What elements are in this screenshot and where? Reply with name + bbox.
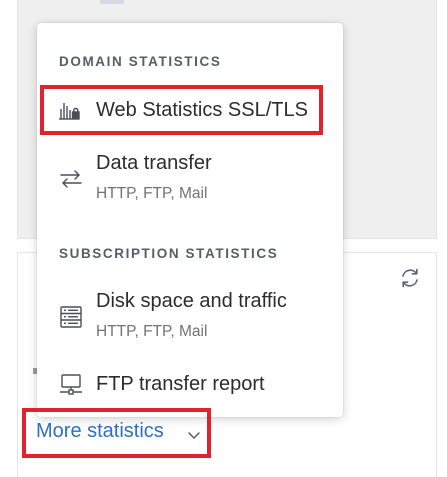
menu-item-sublabel: HTTP, FTP, Mail (96, 323, 208, 340)
statistics-dropdown-menu (37, 23, 343, 417)
network-computer-icon (58, 372, 84, 398)
section-header-domain-statistics: DOMAIN STATISTICS (59, 54, 222, 69)
highlight-box-more-statistics (22, 408, 211, 458)
menu-item-label: Data transfer (96, 152, 212, 174)
menu-item-label: FTP transfer report (96, 373, 265, 395)
menu-item-data-transfer[interactable]: Data transfer HTTP, FTP, Mail (44, 150, 320, 210)
menu-item-sublabel: HTTP, FTP, Mail (96, 185, 208, 202)
menu-item-ftp-transfer-report[interactable]: FTP transfer report (44, 370, 320, 404)
refresh-icon[interactable] (398, 266, 422, 290)
disk-list-icon (58, 304, 84, 330)
partial-thumbnail (100, 0, 124, 4)
section-header-subscription-statistics: SUBSCRIPTION STATISTICS (59, 246, 279, 261)
menu-item-disk-space-traffic[interactable]: Disk space and traffic HTTP, FTP, Mail (44, 288, 320, 348)
menu-item-label: Disk space and traffic (96, 290, 287, 312)
transfer-arrows-icon (58, 166, 84, 192)
highlight-box-web-statistics (40, 85, 323, 135)
